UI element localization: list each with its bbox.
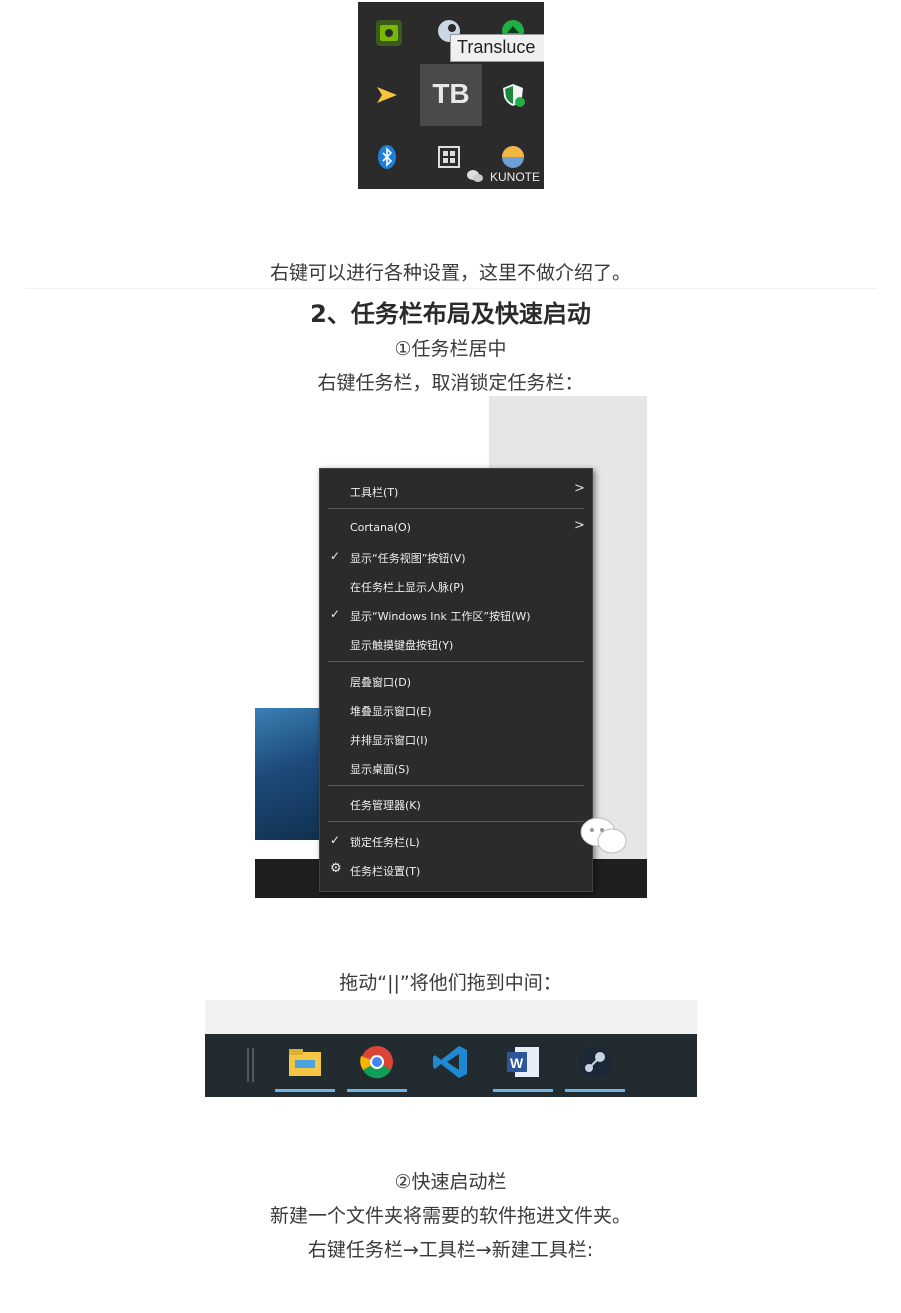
menu-item-windows-ink[interactable]: 显示“Windows Ink 工作区”按钮(W) bbox=[350, 608, 531, 624]
wechat-watermark-icon bbox=[578, 814, 636, 858]
menu-item-stacked[interactable]: 堆叠显示窗口(E) bbox=[350, 703, 432, 719]
app-active-indicator bbox=[493, 1089, 553, 1092]
check-icon: ✓ bbox=[330, 607, 341, 621]
subheading: ②快速启动栏 bbox=[394, 1171, 507, 1193]
subheading: ①任务栏居中 bbox=[394, 338, 507, 360]
wechat-watermark-icon bbox=[466, 168, 484, 184]
menu-separator bbox=[328, 821, 584, 822]
menu-item-taskbar-settings[interactable]: 任务栏设置(T) bbox=[350, 863, 420, 879]
kunote-watermark: KUNOTE bbox=[490, 170, 541, 184]
svg-text:W: W bbox=[510, 1055, 524, 1071]
paragraph: 拖动“||”将他们拖到中间： bbox=[339, 972, 562, 994]
menu-item-touch-keyboard[interactable]: 显示触摸键盘按钮(Y) bbox=[350, 637, 453, 653]
translucenttb-selected[interactable]: TB bbox=[420, 64, 482, 126]
taskbar-screenshot: W bbox=[205, 1000, 697, 1097]
menu-item-cortana[interactable]: Cortana(O) bbox=[350, 521, 411, 534]
paragraph: 右键任务栏→工具栏→新建工具栏: bbox=[307, 1239, 594, 1261]
drag-handle[interactable] bbox=[252, 1048, 254, 1082]
menu-item-lock-taskbar[interactable]: 锁定任务栏(L) bbox=[350, 834, 420, 850]
menu-separator bbox=[328, 785, 584, 786]
vscode-icon[interactable] bbox=[431, 1044, 471, 1080]
chevron-right-icon: > bbox=[574, 481, 585, 496]
taskbar: W bbox=[205, 1034, 697, 1097]
gear-icon: ⚙ bbox=[330, 861, 342, 876]
menu-item-people[interactable]: 在任务栏上显示人脉(P) bbox=[350, 579, 464, 595]
menu-separator bbox=[328, 508, 584, 509]
paragraph: 右键任务栏，取消锁定任务栏： bbox=[317, 372, 584, 394]
bluetooth-icon bbox=[374, 144, 400, 170]
tooltip: Transluce bbox=[450, 34, 544, 62]
chrome-icon[interactable] bbox=[357, 1044, 397, 1080]
paper-plane-icon bbox=[374, 82, 400, 108]
translucenttb-icon: TB bbox=[432, 78, 470, 109]
check-icon: ✓ bbox=[330, 833, 341, 847]
chevron-right-icon: > bbox=[574, 518, 585, 533]
desktop-wallpaper bbox=[255, 708, 325, 840]
divider bbox=[25, 288, 876, 289]
kunote-icon bbox=[500, 144, 526, 170]
settings-grid-icon bbox=[436, 144, 462, 170]
menu-item-side-by-side[interactable]: 并排显示窗口(I) bbox=[350, 732, 428, 748]
drag-handle[interactable] bbox=[247, 1048, 249, 1082]
tray-screenshot: Transluce TB KUNOTE bbox=[358, 2, 544, 189]
nvidia-icon bbox=[376, 20, 402, 46]
taskbar-context-menu: 工具栏(T) > Cortana(O) > ✓ 显示“任务视图”按钮(V) 在任… bbox=[319, 468, 593, 892]
section-heading: 2、任务栏布局及快速启动 bbox=[310, 300, 591, 328]
app-active-indicator bbox=[347, 1089, 407, 1092]
steam-icon[interactable] bbox=[575, 1044, 615, 1080]
menu-item-toolbars[interactable]: 工具栏(T) bbox=[350, 484, 398, 500]
shield-icon bbox=[500, 82, 526, 108]
app-active-indicator bbox=[275, 1089, 335, 1092]
menu-item-show-desktop[interactable]: 显示桌面(S) bbox=[350, 761, 410, 777]
paragraph: 右键可以进行各种设置，这里不做介绍了。 bbox=[269, 262, 631, 284]
file-explorer-icon[interactable] bbox=[285, 1044, 325, 1080]
app-active-indicator bbox=[565, 1089, 625, 1092]
context-menu-screenshot: 工具栏(T) > Cortana(O) > ✓ 显示“任务视图”按钮(V) 在任… bbox=[255, 396, 647, 898]
check-icon: ✓ bbox=[330, 549, 341, 563]
menu-item-task-view[interactable]: 显示“任务视图”按钮(V) bbox=[350, 550, 466, 566]
word-icon[interactable]: W bbox=[503, 1044, 543, 1080]
paragraph: 新建一个文件夹将需要的软件拖进文件夹。 bbox=[269, 1205, 631, 1227]
menu-item-cascade[interactable]: 层叠窗口(D) bbox=[350, 674, 411, 690]
menu-item-task-manager[interactable]: 任务管理器(K) bbox=[350, 797, 421, 813]
menu-separator bbox=[328, 661, 584, 662]
